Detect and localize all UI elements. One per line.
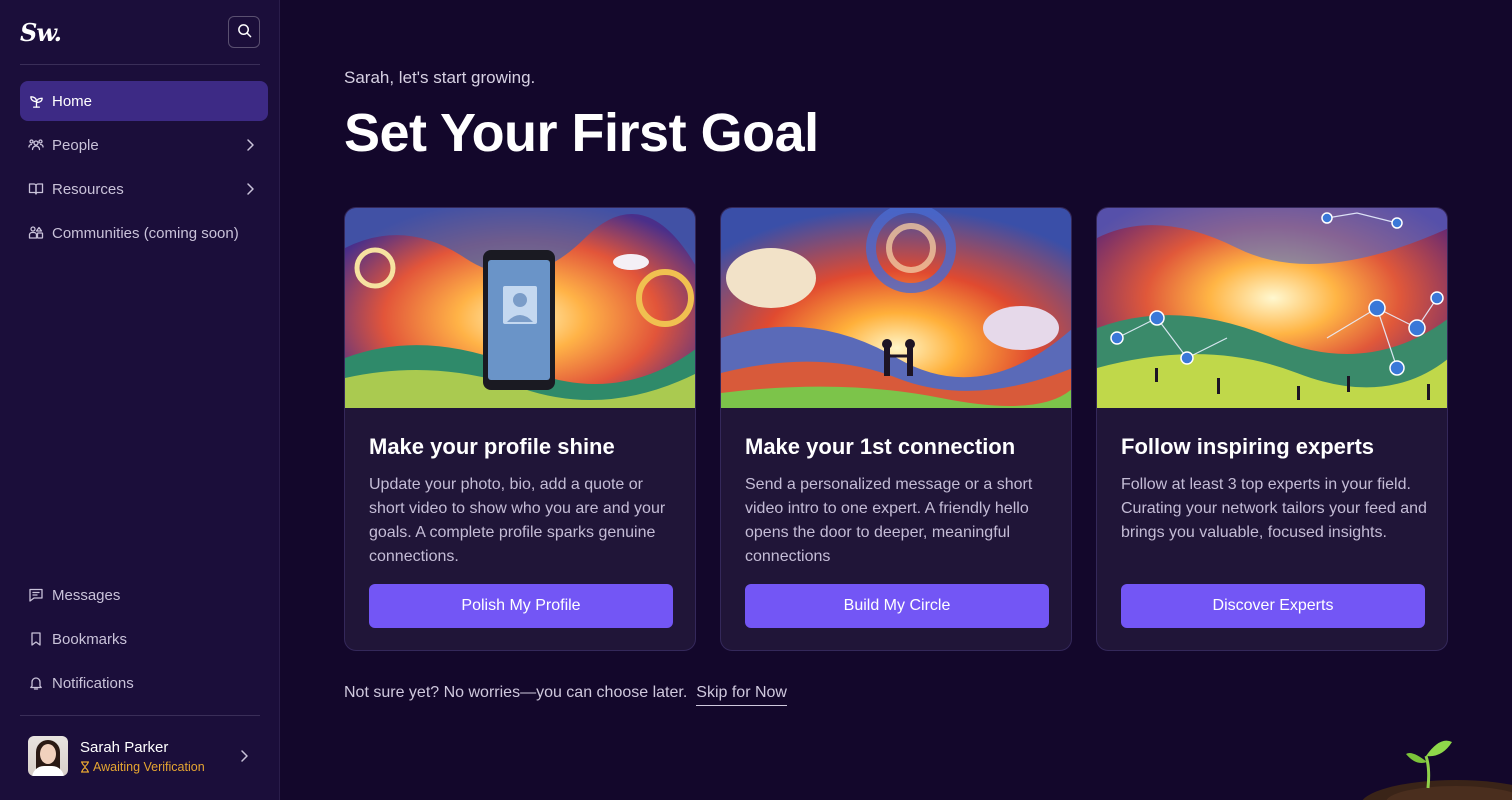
sidebar-item-label: Notifications	[52, 674, 134, 692]
verification-status: Awaiting Verification	[80, 760, 205, 774]
message-icon	[28, 587, 44, 603]
sidebar-divider	[20, 64, 260, 65]
sprout-icon	[28, 93, 44, 109]
goal-card-experts: Follow inspiring experts Follow at least…	[1096, 207, 1448, 651]
card-image-handshake	[721, 208, 1071, 408]
card-description: Update your photo, bio, add a quote or s…	[369, 476, 666, 565]
card-title: Follow inspiring experts	[1121, 434, 1375, 459]
card-image-phone	[345, 208, 695, 408]
avatar	[28, 736, 68, 776]
greeting-text: Sarah, let's start growing.	[344, 68, 536, 87]
page-title: Set Your First Goal	[344, 103, 819, 163]
user-profile-card[interactable]: Sarah Parker Awaiting Verification	[20, 728, 260, 784]
communities-icon	[28, 225, 44, 241]
sidebar-item-resources[interactable]: Resources	[20, 169, 268, 209]
card-image-network	[1097, 208, 1447, 408]
app-logo[interactable]: Sw.	[20, 18, 62, 47]
bookmark-icon	[28, 631, 44, 647]
footer-note-text: Not sure yet? No worries—you can choose …	[344, 684, 688, 701]
hourglass-icon	[81, 760, 89, 773]
sidebar-item-label: Messages	[52, 586, 121, 604]
user-name: Sarah Parker	[80, 738, 169, 756]
sidebar-item-home[interactable]: Home	[20, 81, 268, 121]
sidebar-item-label: Home	[52, 92, 93, 110]
sidebar-divider	[20, 715, 260, 716]
bell-icon	[28, 675, 44, 691]
card-description: Send a personalized message or a short v…	[745, 476, 1033, 565]
search-button[interactable]	[228, 16, 260, 48]
footer-note: Not sure yet? No worries—you can choose …	[344, 684, 787, 706]
status-text: Awaiting Verification	[93, 759, 205, 774]
sidebar-item-messages[interactable]: Messages	[20, 575, 268, 615]
sidebar-item-label: Resources	[52, 180, 124, 198]
build-circle-button[interactable]: Build My Circle	[745, 584, 1049, 628]
sidebar-item-label: Bookmarks	[52, 630, 128, 648]
chevron-right-icon	[242, 181, 258, 197]
card-title: Make your profile shine	[369, 434, 615, 459]
sidebar-item-label: Communities (coming soon)	[52, 224, 239, 242]
goal-card-profile: Make your profile shine Update your phot…	[344, 207, 696, 651]
people-icon	[28, 137, 44, 153]
sidebar-item-notifications[interactable]: Notifications	[20, 663, 268, 703]
sidebar-item-people[interactable]: People	[20, 125, 268, 165]
sidebar-item-label: People	[52, 136, 99, 154]
skip-for-now-link[interactable]: Skip for Now	[696, 684, 787, 706]
book-icon	[28, 181, 44, 197]
discover-experts-button[interactable]: Discover Experts	[1121, 584, 1425, 628]
sidebar-item-bookmarks[interactable]: Bookmarks	[20, 619, 268, 659]
sprout-illustration	[1360, 728, 1512, 800]
goal-card-connection: Make your 1st connection Send a personal…	[720, 207, 1072, 651]
card-description: Follow at least 3 top experts in your fi…	[1121, 476, 1427, 541]
chevron-right-icon	[242, 137, 258, 153]
search-icon	[237, 23, 252, 41]
sidebar: Sw. Home People Resources Communities (c…	[0, 0, 280, 800]
chevron-right-icon	[236, 748, 252, 769]
polish-profile-button[interactable]: Polish My Profile	[369, 584, 673, 628]
sidebar-item-communities[interactable]: Communities (coming soon)	[20, 213, 268, 253]
card-title: Make your 1st connection	[745, 434, 1016, 459]
